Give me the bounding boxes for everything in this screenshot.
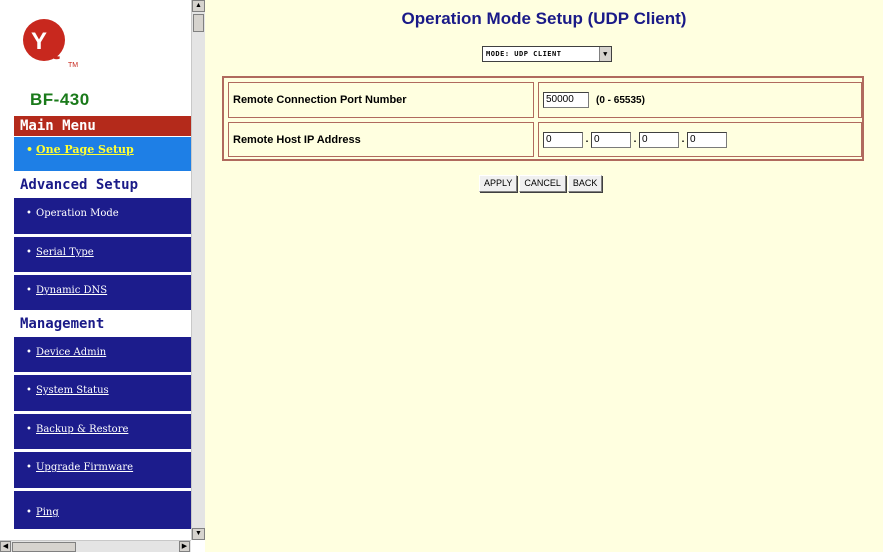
- left-nav-frame: Y t TM BF-430 Main Menu • One Page Setup…: [0, 0, 205, 552]
- bullet: •: [26, 462, 32, 473]
- sidebar-item-ping[interactable]: • Ping: [14, 491, 192, 531]
- chevron-down-icon[interactable]: ▼: [599, 47, 611, 61]
- advanced-setup-header: Advanced Setup: [20, 177, 139, 193]
- yt-logo: Y t TM: [23, 19, 78, 69]
- ip-octet-3-input[interactable]: 0: [639, 131, 679, 148]
- sidebar-item-serial-type[interactable]: • Serial Type: [14, 237, 192, 274]
- ip-separator: .: [585, 134, 589, 145]
- ip-octet-2-input[interactable]: 0: [591, 131, 631, 148]
- main-menu-header: Main Menu: [14, 116, 192, 136]
- bullet: •: [26, 143, 34, 156]
- device-model-label: BF-430: [30, 90, 90, 109]
- sidebar-item-one-page-setup[interactable]: • One Page Setup: [14, 137, 192, 173]
- ip-separator: .: [633, 134, 637, 145]
- sidebar-item-label: Serial Type: [36, 247, 94, 258]
- svg-text:Y: Y: [31, 28, 47, 55]
- sidebar-item-backup-restore[interactable]: • Backup & Restore: [14, 414, 192, 451]
- sidebar-item-label: One Page Setup: [36, 143, 134, 156]
- bullet: •: [26, 507, 32, 518]
- sidebar-item-label: Backup & Restore: [36, 424, 129, 435]
- mode-select[interactable]: MODE: UDP CLIENT ▼: [482, 46, 612, 62]
- host-ip-cell: 0 . 0 . 0 . 0: [538, 122, 862, 157]
- ip-separator: .: [681, 134, 685, 145]
- triangle-right-icon[interactable]: ▶: [179, 541, 190, 552]
- table-row: Remote Host IP Address 0 . 0 . 0 . 0: [228, 122, 862, 157]
- triangle-down-icon[interactable]: ▼: [192, 528, 205, 540]
- port-label: Remote Connection Port Number: [228, 82, 534, 118]
- bullet: •: [26, 285, 32, 296]
- bullet: •: [26, 385, 32, 396]
- bullet: •: [26, 347, 32, 358]
- bullet: •: [26, 208, 32, 219]
- sidebar-item-dynamic-dns[interactable]: • Dynamic DNS: [14, 275, 192, 312]
- sidebar-item-label: Upgrade Firmware: [36, 462, 134, 473]
- sidebar-item-label: System Status: [36, 385, 109, 396]
- sidebar-item-label: Operation Mode: [36, 208, 119, 219]
- triangle-up-icon[interactable]: ▲: [192, 0, 205, 12]
- management-header: Management: [20, 316, 105, 332]
- bullet: •: [26, 424, 32, 435]
- apply-button[interactable]: APPLY: [479, 175, 518, 192]
- table-row: Remote Connection Port Number 50000 (0 -…: [228, 82, 862, 118]
- sidebar-item-system-status[interactable]: • System Status: [14, 375, 192, 413]
- sidebar-item-operation-mode[interactable]: • Operation Mode: [14, 198, 192, 236]
- sidebar-item-label: Device Admin: [36, 347, 107, 358]
- cancel-button[interactable]: CANCEL: [519, 175, 566, 192]
- settings-table: Remote Connection Port Number 50000 (0 -…: [222, 76, 864, 161]
- page-title: Operation Mode Setup (UDP Client): [401, 9, 687, 28]
- ip-octet-1-input[interactable]: 0: [543, 131, 583, 148]
- sidebar-item-label: Dynamic DNS: [36, 285, 108, 296]
- horizontal-scrollbar[interactable]: ◀ ▶: [0, 540, 191, 552]
- back-button[interactable]: BACK: [567, 175, 603, 192]
- bullet: •: [26, 247, 32, 258]
- sidebar-item-device-admin[interactable]: • Device Admin: [14, 337, 192, 374]
- action-buttons: APPLY CANCEL BACK: [479, 175, 603, 192]
- vertical-scrollbar[interactable]: ▲ ▼: [191, 0, 205, 540]
- triangle-left-icon[interactable]: ◀: [0, 541, 11, 552]
- scrollbar-thumb[interactable]: [12, 542, 76, 552]
- sidebar-item-label: Ping: [36, 507, 59, 518]
- port-range-hint: (0 - 65535): [596, 94, 645, 106]
- port-cell: 50000 (0 - 65535): [538, 82, 862, 118]
- sidebar-item-upgrade-firmware[interactable]: • Upgrade Firmware: [14, 452, 192, 490]
- content-frame: Operation Mode Setup (UDP Client) MODE: …: [205, 0, 883, 552]
- port-input[interactable]: 50000: [543, 92, 589, 108]
- svg-text:TM: TM: [68, 62, 78, 69]
- host-ip-label: Remote Host IP Address: [228, 122, 534, 157]
- svg-text:t: t: [50, 33, 60, 66]
- scrollbar-thumb[interactable]: [193, 14, 204, 32]
- mode-select-value: MODE: UDP CLIENT: [486, 50, 562, 58]
- ip-octet-4-input[interactable]: 0: [687, 131, 727, 148]
